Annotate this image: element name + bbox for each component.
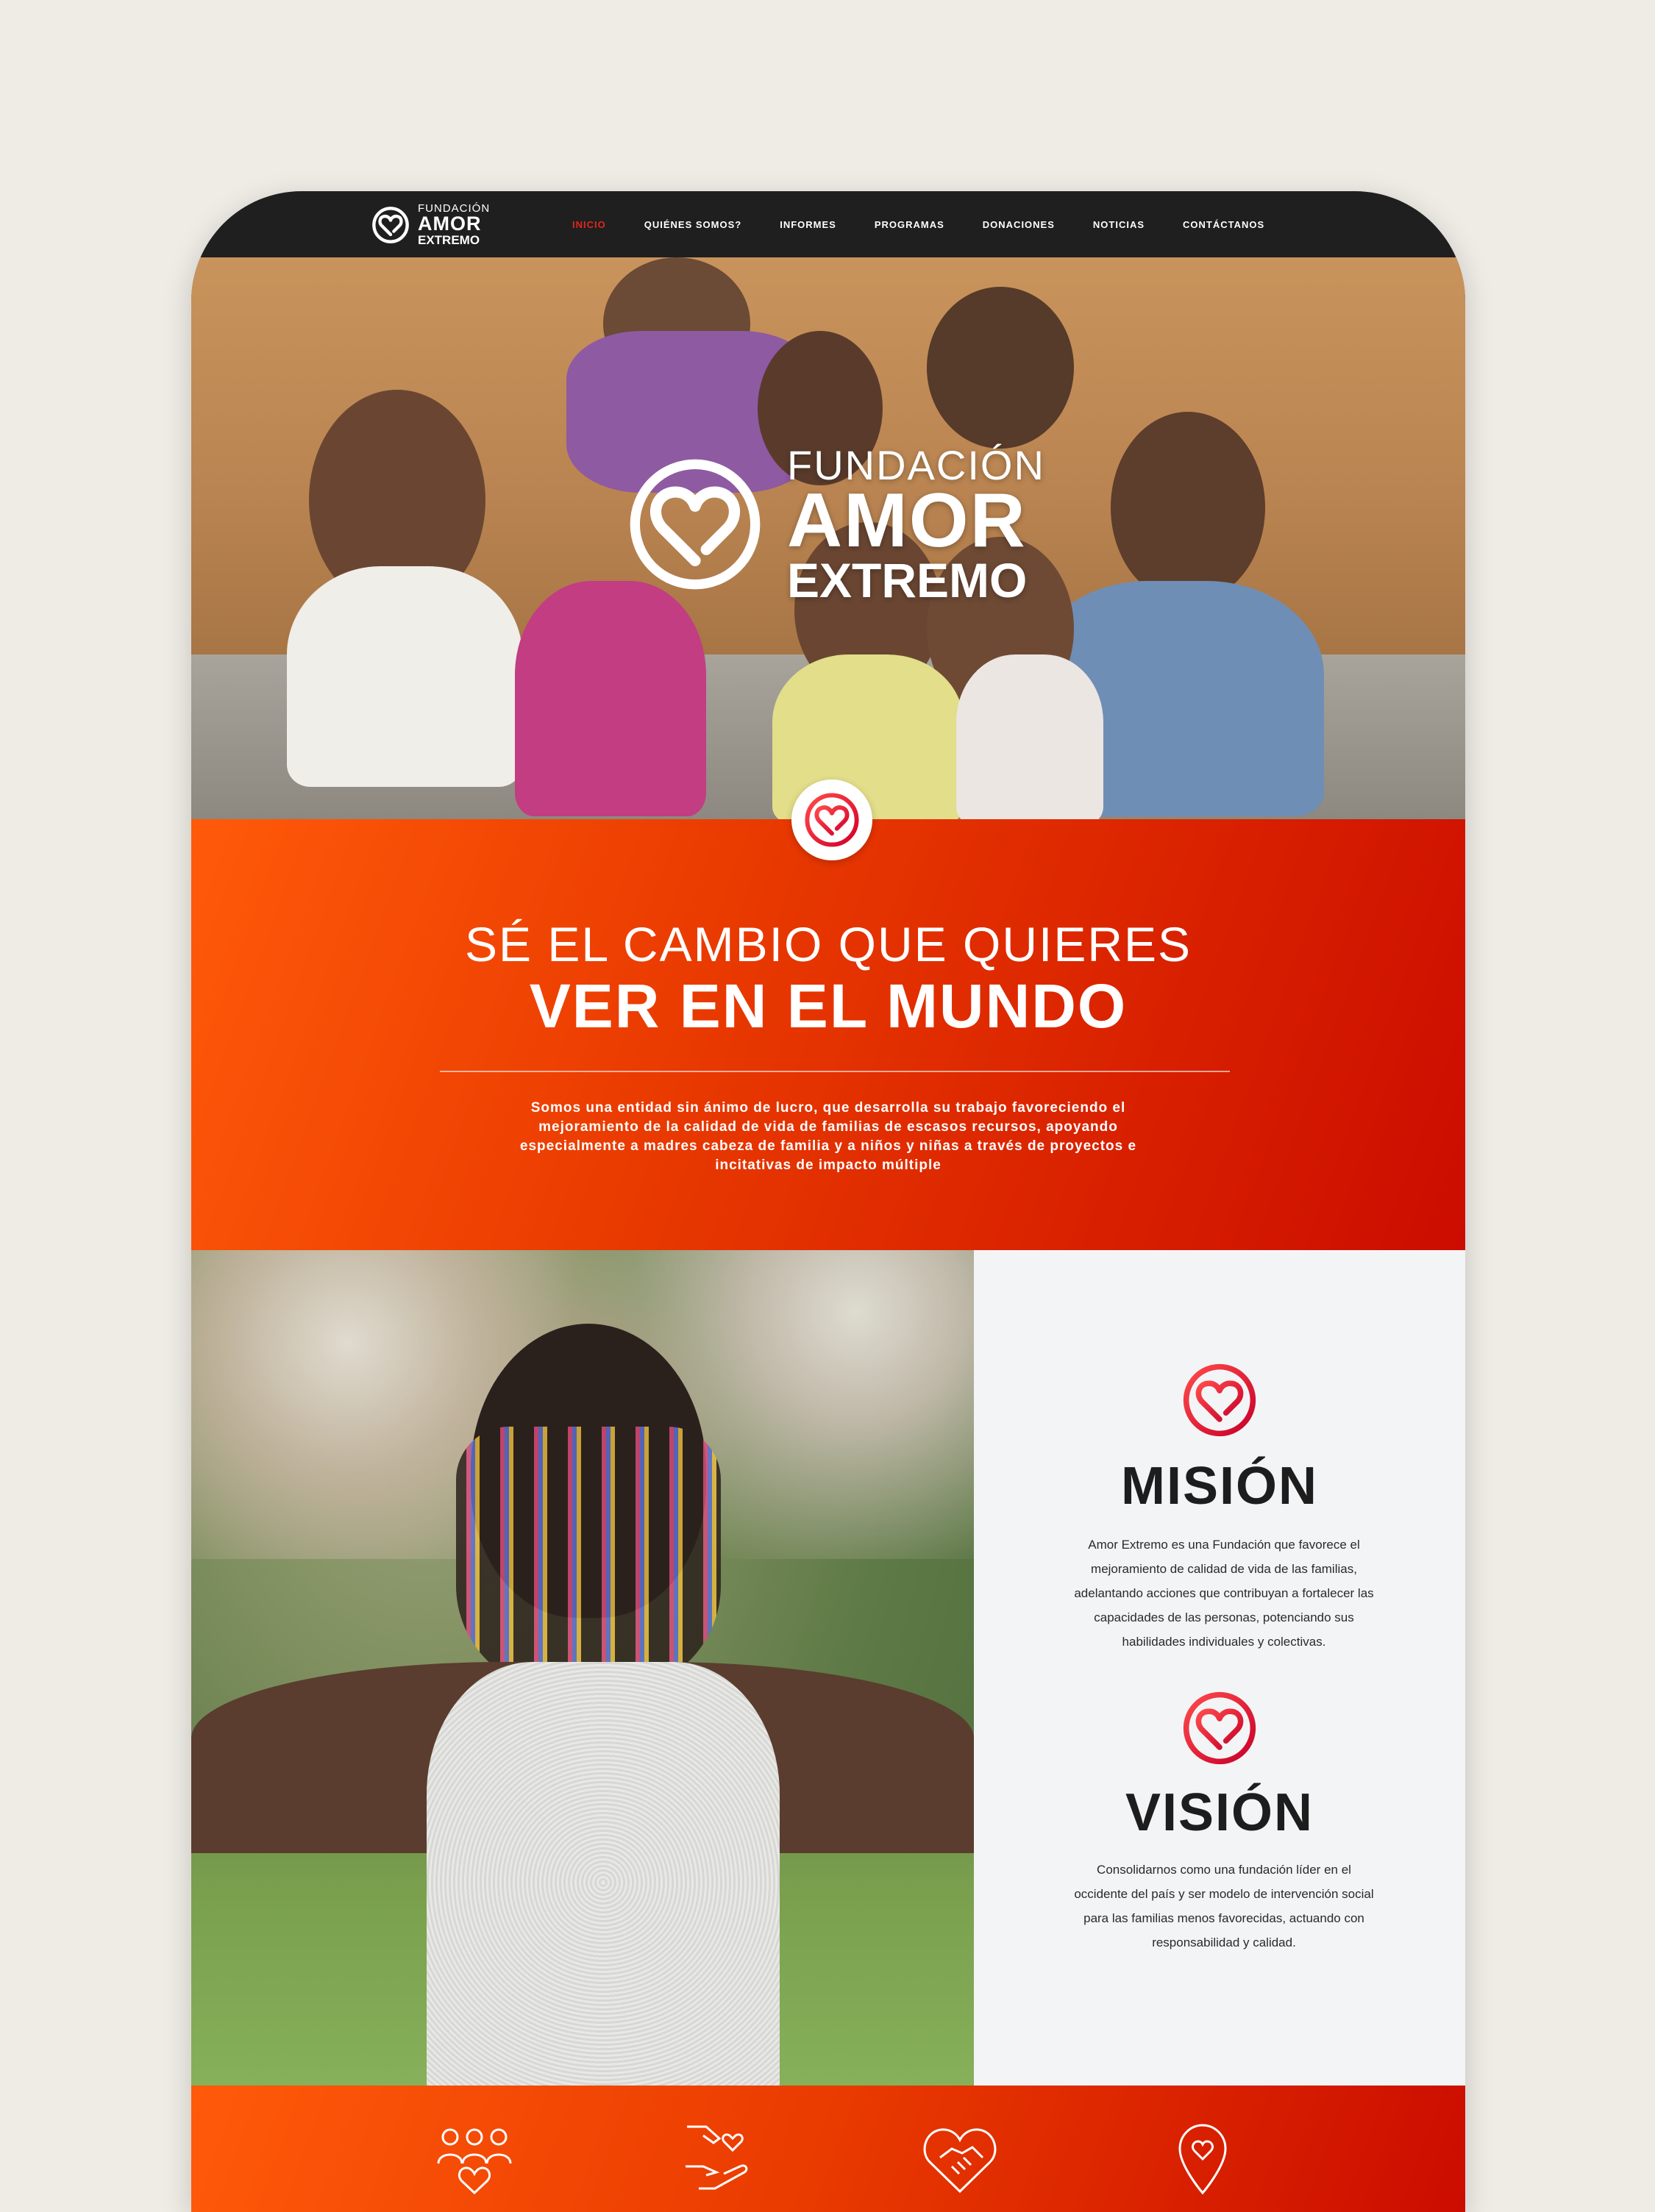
vision-title: VISIÓN	[1125, 1783, 1314, 1842]
site-preview: FUNDACIÓN AMOR EXTREMO INICIO QUIÉNES SO…	[191, 191, 1465, 2212]
girl-shirt	[427, 1662, 780, 2086]
heart-ring-icon	[630, 459, 761, 590]
girl-braids	[456, 1427, 721, 1691]
nav-item-informes[interactable]: INFORMES	[780, 219, 836, 230]
child-figure	[515, 581, 706, 816]
hero-logo-line-2: AMOR	[787, 478, 1027, 564]
nav-item-inicio[interactable]: INICIO	[572, 219, 606, 230]
child-figure	[927, 287, 1074, 449]
slogan-line-2: VER EN EL MUNDO	[529, 971, 1128, 1041]
mision-title: MISIÓN	[1120, 1457, 1318, 1516]
top-navigation: FUNDACIÓN AMOR EXTREMO INICIO QUIÉNES SO…	[191, 191, 1465, 257]
location-heart-icon[interactable]	[1162, 2121, 1243, 2197]
vision-text: Consolidarnos como una fundación líder e…	[1074, 1863, 1374, 1949]
logo-line-3: EXTREMO	[418, 233, 480, 247]
hero-logo-line-3: EXTREMO	[787, 552, 1028, 607]
child-figure	[1111, 412, 1265, 603]
heart-ring-icon	[1183, 1363, 1256, 1437]
logo-line-2: AMOR	[418, 213, 482, 235]
nav-item-donaciones[interactable]: DONACIONES	[983, 219, 1055, 230]
heart-ring-icon	[805, 793, 859, 847]
nav-item-quienes-somos[interactable]: QUIÉNES SOMOS?	[644, 219, 741, 230]
main-menu: INICIO QUIÉNES SOMOS? INFORMES PROGRAMAS…	[572, 191, 1303, 257]
intro-text: Somos una entidad sin ánimo de lucro, qu…	[519, 1100, 1137, 1173]
slogan-line-1: SÉ EL CAMBIO QUE QUIERES	[464, 917, 1192, 971]
heart-ring-icon	[1183, 1691, 1256, 1765]
nav-item-contactanos[interactable]: CONTÁCTANOS	[1183, 219, 1264, 230]
features-band	[191, 2086, 1465, 2212]
child-figure	[956, 654, 1103, 819]
child-figure	[287, 566, 522, 787]
handshake-heart-icon[interactable]	[919, 2121, 1000, 2197]
nav-logo[interactable]: FUNDACIÓN AMOR EXTREMO	[371, 203, 490, 246]
nav-item-noticias[interactable]: NOTICIAS	[1093, 219, 1145, 230]
mission-vision-panel: MISIÓN Amor Extremo es una Fundación que…	[974, 1250, 1465, 2086]
donation-hand-icon[interactable]	[677, 2121, 758, 2197]
divider	[440, 1071, 1230, 1072]
nav-item-programas[interactable]: PROGRAMAS	[875, 219, 944, 230]
mision-text: Amor Extremo es una Fundación que favore…	[1074, 1538, 1374, 1649]
heart-badge	[791, 779, 872, 860]
girl-photo	[191, 1250, 974, 2086]
hero-logo: FUNDACIÓN AMOR EXTREMO	[625, 444, 1045, 607]
heart-ring-icon	[372, 206, 409, 243]
community-icon[interactable]	[434, 2121, 515, 2197]
hero-photo: FUNDACIÓN AMOR EXTREMO	[191, 257, 1465, 819]
